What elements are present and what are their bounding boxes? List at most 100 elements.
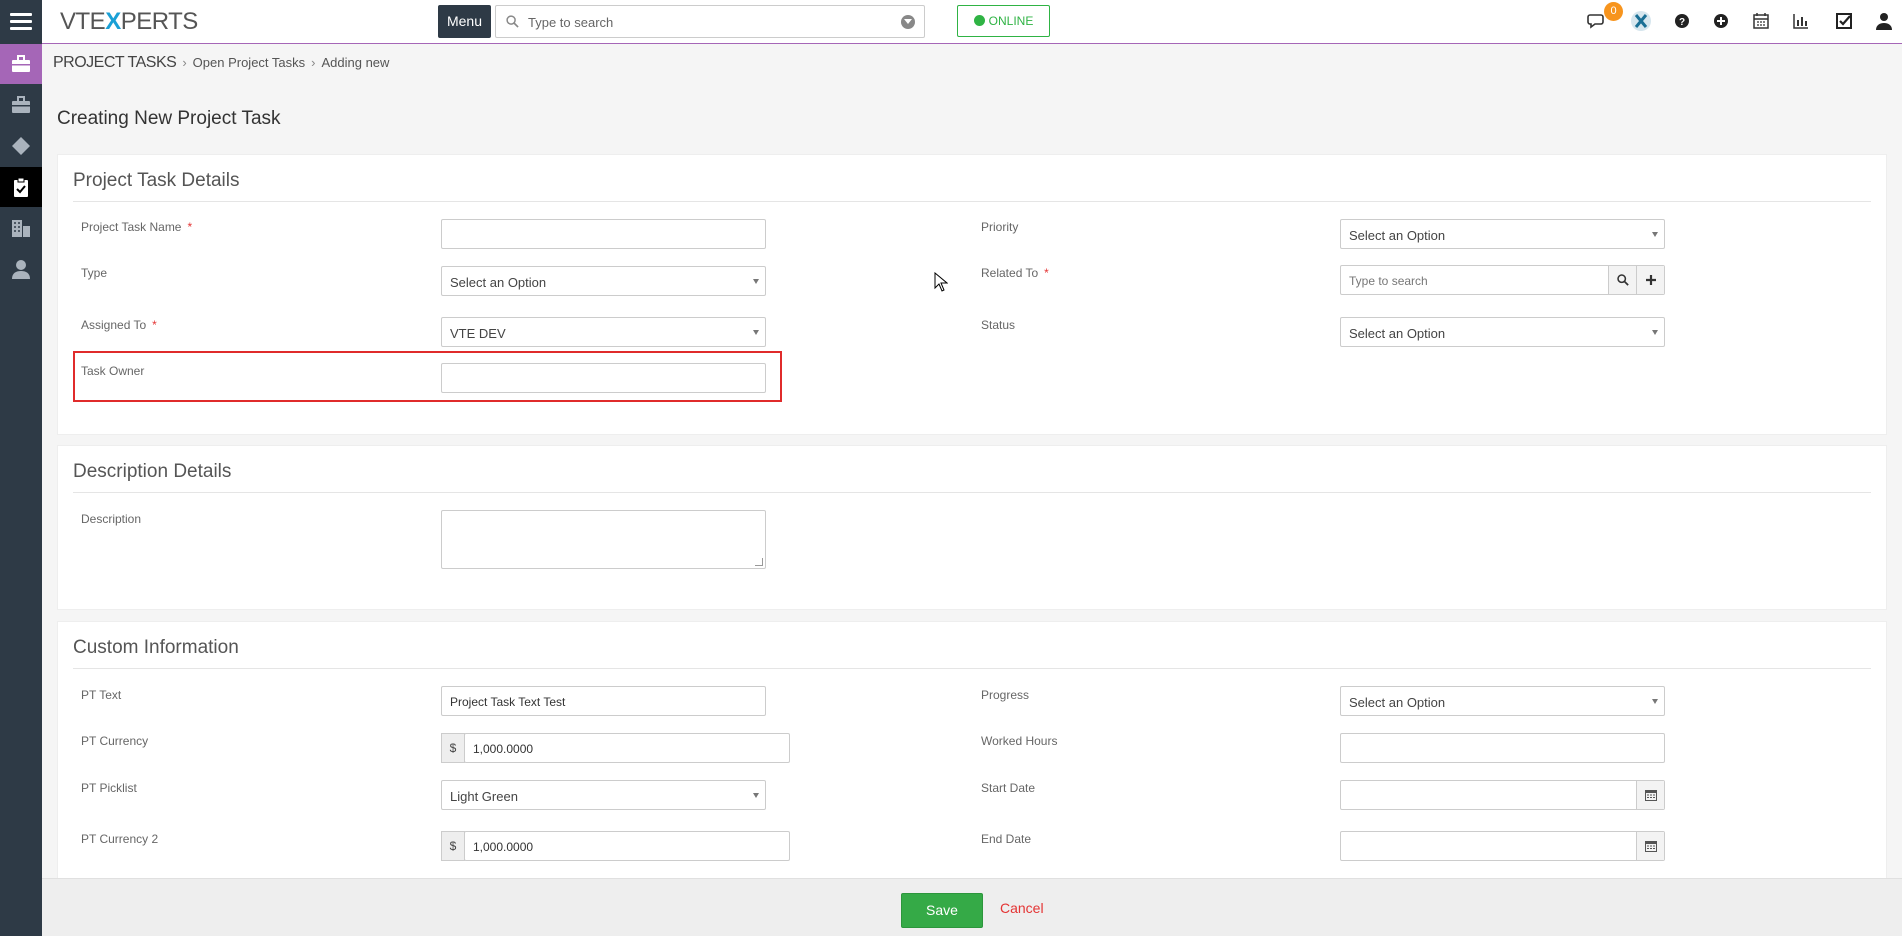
start-date-label: Start Date [981,781,1036,795]
type-label: Type [81,266,108,280]
search-icon [1617,274,1629,286]
plus-icon [1646,275,1656,285]
status-label: Status [981,318,1016,332]
pt-picklist-select[interactable]: Light Green [441,780,766,810]
chevron-right-icon: › [311,55,316,70]
description-details-block: Description Details [57,445,1887,610]
breadcrumb: PROJECT TASKS › Open Project Tasks › Adding … [53,54,389,72]
breadcrumb-list[interactable]: Open Project Tasks [193,55,305,70]
calendar-icon[interactable] [1751,11,1771,31]
clipboard-icon [14,177,28,197]
block-title: Custom Information [73,637,239,658]
required-mark: * [152,318,157,332]
breadcrumb-module[interactable]: PROJECT TASKS [53,54,177,71]
status-dot-icon [973,15,985,26]
vtexperts-logo[interactable]: VTEXPERTS [60,8,198,36]
pt-currency-2-label: PT Currency 2 [81,832,159,846]
end-date-input[interactable] [1340,831,1665,861]
worked-hours-label: Worked Hours [981,734,1058,748]
briefcase-icon [12,55,30,72]
user-icon [12,260,30,279]
chevron-right-icon: › [182,55,187,70]
currency-symbol: $ [441,733,465,763]
logo-text-2: X [105,8,121,35]
sidebar-item-contacts[interactable] [0,249,42,289]
pt-currency-input[interactable]: 1,000.0000 [464,733,790,763]
divider [73,492,1871,493]
page-title: Creating New Project Task [57,108,281,129]
cancel-link[interactable]: Cancel [1000,900,1044,916]
pt-text-label: PT Text [81,688,122,702]
building-icon [12,220,30,237]
notification-badge: 0 [1604,2,1623,21]
search-placeholder: Type to search [528,15,614,30]
help-icon[interactable]: ? [1672,11,1692,31]
sidebar [0,44,42,936]
required-mark: * [187,220,193,234]
progress-label: Progress [981,688,1030,702]
reports-icon[interactable] [1791,11,1811,31]
sidebar-item-projects[interactable] [0,85,42,125]
search-icon [506,15,519,28]
end-date-label: End Date [981,832,1032,846]
divider [73,201,1871,202]
task-name-input[interactable] [441,219,766,249]
type-select[interactable]: Select an Option [441,266,766,296]
online-status-button[interactable]: ONLINE [957,5,1050,37]
online-label: ONLINE [988,14,1034,28]
sidebar-item-organizations[interactable] [0,208,42,248]
sidebar-item-milestones[interactable] [0,126,42,166]
save-button[interactable]: Save [901,893,983,928]
block-title: Project Task Details [73,170,240,191]
related-to-input[interactable]: Type to search [1340,265,1665,295]
hamburger-menu-icon[interactable] [0,0,42,44]
calendar-icon [1645,841,1657,852]
start-date-picker-button[interactable] [1636,781,1664,809]
pt-currency-label: PT Currency [81,734,149,748]
diamond-icon [12,137,30,155]
calendar-icon [1645,790,1657,801]
chevron-down-icon[interactable] [901,15,915,29]
description-textarea[interactable] [441,510,766,569]
mouse-cursor-icon [934,272,948,292]
priority-label: Priority [981,220,1019,234]
start-date-input[interactable] [1340,780,1665,810]
divider [73,668,1871,669]
top-bar: VTEXPERTS Menu Type to search ONLINE 0 ? [0,0,1902,44]
user-icon[interactable] [1874,11,1894,31]
assigned-to-select[interactable]: VTE DEV [441,317,766,347]
sidebar-item-tasks[interactable] [0,167,42,207]
svg-text:?: ? [1679,17,1685,28]
task-owner-input[interactable] [441,363,766,393]
progress-select[interactable]: Select an Option [1340,686,1665,716]
required-mark: * [1044,266,1049,280]
tasks-icon[interactable] [1834,11,1854,31]
global-search-input[interactable]: Type to search [495,5,925,38]
status-select[interactable]: Select an Option [1340,317,1665,347]
end-date-picker-button[interactable] [1636,832,1664,860]
related-add-button[interactable] [1636,266,1664,294]
pt-currency-2-input[interactable]: 1,000.0000 [464,831,790,861]
menu-button[interactable]: Menu [438,5,491,38]
logo-text-3: PERTS [120,8,199,35]
related-search-button[interactable] [1608,266,1636,294]
priority-select[interactable]: Select an Option [1340,219,1665,249]
description-label: Description [81,512,142,526]
breadcrumb-current: Adding new [321,55,390,70]
resize-handle-icon[interactable] [755,558,763,566]
task-owner-label: Task Owner [81,364,145,378]
related-to-label: Related To * [981,266,1049,280]
assigned-to-label: Assigned To * [81,318,157,332]
task-name-label: Project Task Name * [81,220,193,234]
sidebar-item-project-tasks[interactable] [0,44,42,84]
worked-hours-input[interactable] [1340,733,1665,763]
pt-picklist-label: PT Picklist [81,781,137,795]
pt-text-input[interactable]: Project Task Text Test [441,686,766,716]
add-icon[interactable] [1711,11,1731,31]
currency-symbol: $ [441,831,465,861]
vtexperts-icon[interactable] [1630,10,1652,32]
block-title: Description Details [73,461,232,482]
related-to-placeholder: Type to search [1349,274,1428,288]
briefcase-icon [12,96,30,113]
logo-text-1: VTE [60,8,106,35]
